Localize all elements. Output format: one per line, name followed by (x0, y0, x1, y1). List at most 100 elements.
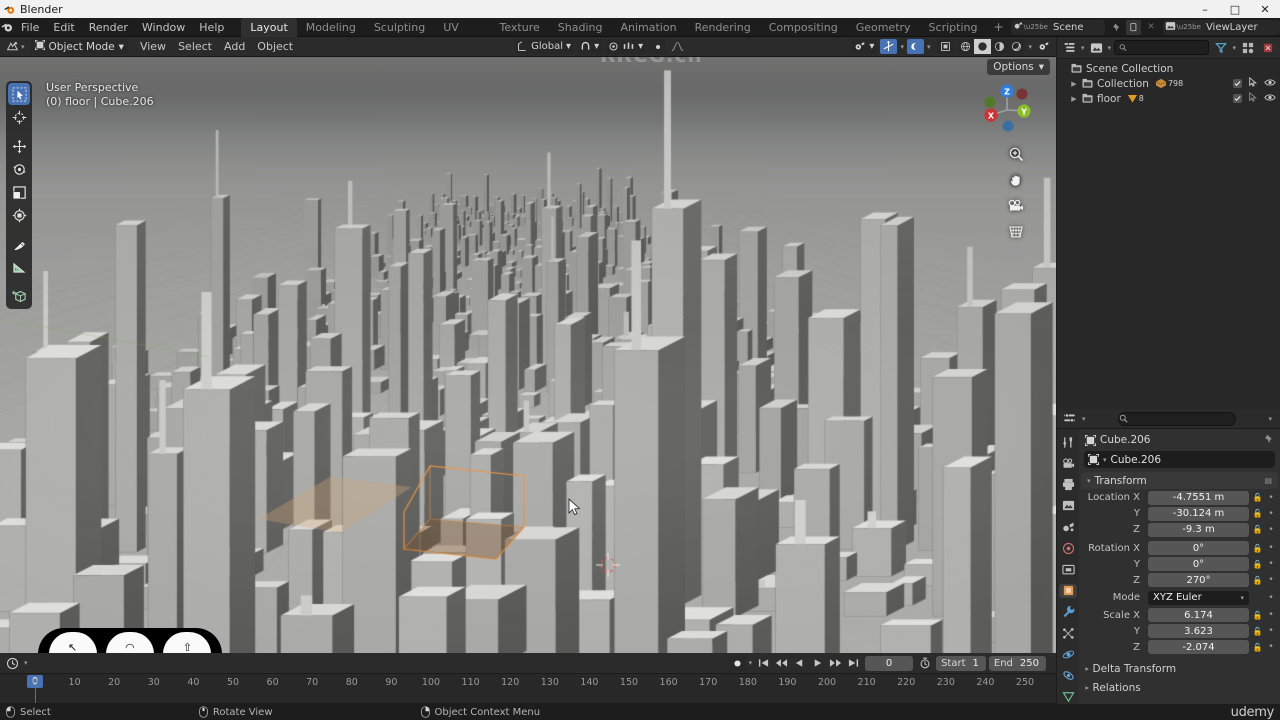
menu-help[interactable]: Help (192, 18, 231, 37)
current-frame-field[interactable]: 0 (865, 655, 914, 671)
animate-dot-icon[interactable]: • (1266, 543, 1276, 553)
outliner-search-field[interactable] (1130, 42, 1205, 53)
properties-tab-render[interactable] (1059, 456, 1077, 470)
field-value[interactable]: 0° (1148, 557, 1249, 572)
tool-transform[interactable] (8, 204, 30, 226)
falloff-curve-icon[interactable] (669, 39, 686, 54)
field-value[interactable]: 270° (1148, 573, 1249, 588)
lock-icon[interactable]: 🔓 (1252, 544, 1263, 553)
tab-texture-paint[interactable]: Texture Paint (491, 18, 549, 53)
outliner-search-input[interactable] (1114, 40, 1210, 55)
checkbox-enabled[interactable] (1233, 94, 1242, 103)
viewport-menu-select[interactable]: Select (172, 37, 218, 57)
tool-scale[interactable] (8, 181, 30, 203)
viewport-menu-object[interactable]: Object (251, 37, 299, 57)
timeline-editor-type-icon[interactable] (4, 655, 21, 671)
field-location-x[interactable]: Location X -4.7551 m 🔓 • (1083, 490, 1276, 506)
field-scale-z[interactable]: Z -2.074 🔓 • (1083, 640, 1276, 655)
start-frame-field[interactable]: Start 1 (936, 655, 986, 671)
expand-triangle-icon[interactable]: ▶ (1068, 95, 1080, 103)
show-overlays-button[interactable] (906, 39, 924, 54)
field-location-y[interactable]: Y -30.124 m 🔓 • (1083, 506, 1276, 522)
shading-wireframe-button[interactable] (957, 39, 974, 54)
field-value[interactable]: -9.3 m (1148, 522, 1249, 537)
object-mode-selector[interactable]: Object Mode ▾ (30, 39, 128, 54)
play-icon[interactable] (809, 656, 826, 671)
field-rotation-mode[interactable]: Mode XYZ Euler ▾ • (1083, 590, 1276, 606)
tool-move[interactable] (8, 135, 30, 157)
tab-uv-editing[interactable]: UV Editing (434, 18, 490, 53)
jump-start-icon[interactable] (755, 656, 772, 671)
field-rotation-z[interactable]: Z 270° 🔓 • (1083, 573, 1276, 588)
lock-icon[interactable]: 🔓 (1252, 525, 1263, 534)
expand-triangle-icon[interactable]: ▶ (1068, 80, 1080, 88)
transform-panel-header[interactable]: ▾ Transform ▤ (1081, 472, 1278, 489)
animate-dot-icon[interactable]: • (1266, 509, 1276, 519)
chevron-down-icon[interactable]: ▾ (1268, 415, 1272, 423)
shading-rendered-button[interactable] (1008, 39, 1025, 54)
viewport-shading-group[interactable] (957, 39, 1026, 54)
tool-add-cube[interactable] (8, 285, 30, 307)
shading-material-preview-button[interactable] (991, 39, 1008, 54)
field-scale-y[interactable]: Y 3.623 🔓 • (1083, 624, 1276, 639)
navigation-gizmo[interactable]: Z X Y (978, 81, 1036, 139)
proportional-toggle-icon[interactable] (649, 39, 667, 54)
auto-keying-button[interactable] (728, 655, 746, 671)
properties-tab-physics[interactable] (1059, 647, 1077, 661)
delta-transform-panel[interactable]: ▾ Delta Transform (1079, 662, 1280, 677)
tab-sculpting[interactable]: Sculpting (365, 18, 434, 37)
toggle-perspective-icon[interactable] (1007, 223, 1025, 241)
add-workspace-button[interactable]: + (986, 18, 1010, 37)
tool-tweak-select[interactable] (8, 83, 30, 105)
use-preview-range-icon[interactable] (916, 655, 933, 671)
viewlayer-selector[interactable]: \u25be ViewLayer (1163, 19, 1280, 35)
outliner-filter-settings-icon[interactable] (1239, 40, 1256, 56)
field-value[interactable]: -4.7551 m (1148, 490, 1249, 505)
menu-file[interactable]: File (14, 18, 46, 37)
object-id-field[interactable]: ▾ Cube.206 (1084, 451, 1275, 468)
end-frame-field[interactable]: End 250 (988, 655, 1046, 671)
tab-geometry-nodes[interactable]: Geometry Nodes (847, 18, 920, 53)
properties-tab-output[interactable] (1059, 477, 1077, 491)
properties-tab-scene[interactable] (1059, 520, 1077, 534)
tab-modeling[interactable]: Modeling (297, 18, 365, 37)
tab-shading[interactable]: Shading (549, 18, 612, 37)
animate-dot-icon[interactable]: • (1266, 559, 1276, 569)
pin-icon[interactable] (1264, 434, 1274, 447)
properties-search-input[interactable] (1117, 411, 1236, 426)
field-value[interactable]: 3.623 (1148, 624, 1249, 639)
maximize-button[interactable]: □ (1220, 0, 1250, 18)
lock-icon[interactable]: 🔓 (1252, 611, 1263, 620)
outliner-row-floor[interactable]: ▶ floor 8 (1057, 91, 1280, 106)
tab-rendering[interactable]: Rendering (686, 18, 760, 37)
animate-dot-icon[interactable]: • (1266, 493, 1276, 503)
field-value[interactable]: 0° (1148, 541, 1249, 556)
pan-hand-icon[interactable] (1007, 171, 1025, 189)
minimize-button[interactable]: – (1190, 0, 1220, 18)
jump-end-icon[interactable] (845, 656, 862, 671)
scene-selector[interactable]: \u25be Scene (1010, 19, 1106, 35)
field-value[interactable]: 6.174 (1148, 608, 1249, 623)
field-location-z[interactable]: Z -9.3 m 🔓 • (1083, 522, 1276, 538)
properties-tab-collection[interactable] (1059, 562, 1077, 576)
outliner-row-collection[interactable]: ▶ Collection 798 (1057, 76, 1280, 91)
field-value[interactable]: -30.124 m (1148, 506, 1249, 521)
tool-annotate[interactable] (8, 233, 30, 255)
outliner-close-icon[interactable] (1259, 40, 1276, 56)
properties-tab-constraints[interactable] (1059, 669, 1077, 683)
properties-tab-object[interactable] (1059, 583, 1077, 598)
next-keyframe-icon[interactable] (827, 656, 844, 671)
new-scene-button[interactable] (1126, 19, 1142, 35)
viewport-menu-view[interactable]: View (134, 37, 172, 57)
lock-icon[interactable]: 🔓 (1252, 509, 1263, 518)
show-gizmo-button[interactable] (880, 39, 898, 54)
properties-editor-type-icon[interactable] (1061, 411, 1078, 427)
delete-scene-button[interactable]: ✕ (1143, 20, 1158, 35)
visibility-selector[interactable]: ▾ (851, 39, 878, 54)
checkbox-enabled[interactable] (1233, 79, 1242, 88)
properties-tab-object-data[interactable] (1059, 690, 1077, 704)
animate-dot-icon[interactable]: • (1266, 610, 1276, 620)
shading-options-icon[interactable] (1035, 39, 1052, 55)
selectable-cursor-icon[interactable] (1248, 91, 1258, 105)
animate-dot-icon[interactable]: • (1266, 642, 1276, 652)
